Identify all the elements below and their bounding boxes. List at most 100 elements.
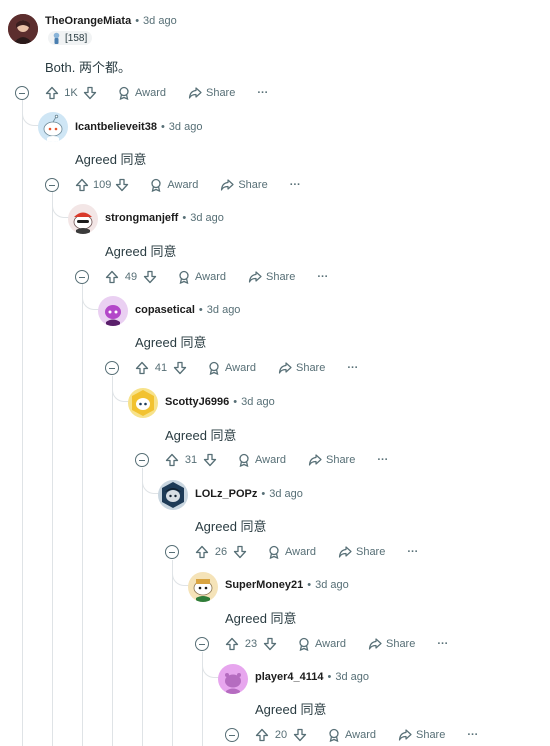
- share-button[interactable]: Share: [338, 545, 385, 559]
- award-icon: [329, 728, 339, 742]
- thread-line-0[interactable]: [22, 100, 23, 746]
- timestamp[interactable]: 3d ago: [241, 396, 275, 408]
- share-button[interactable]: Share: [188, 86, 235, 100]
- downvote-icon[interactable]: [143, 270, 157, 284]
- collapse-button[interactable]: [165, 545, 179, 559]
- share-button[interactable]: Share: [220, 178, 268, 192]
- timestamp[interactable]: 3d ago: [169, 121, 203, 133]
- upvote-icon[interactable]: [45, 86, 59, 100]
- share-button[interactable]: Share: [308, 453, 355, 467]
- more-options-icon[interactable]: ···: [317, 271, 328, 283]
- award-button[interactable]: Award: [149, 178, 198, 192]
- upvote-icon[interactable]: [105, 270, 119, 284]
- collapse-button[interactable]: [225, 728, 239, 742]
- share-label: Share: [385, 638, 416, 650]
- vote-group: 41: [135, 361, 187, 375]
- timestamp[interactable]: 3d ago: [207, 304, 241, 316]
- username[interactable]: LOLz_POPz: [195, 488, 257, 500]
- comment-meta: player4_4114 • 3d ago: [255, 671, 369, 683]
- avatar[interactable]: [68, 204, 98, 234]
- downvote-icon[interactable]: [263, 637, 277, 651]
- comment-text: Agreed 同意: [135, 335, 207, 350]
- share-icon: [221, 179, 234, 191]
- more-options-icon[interactable]: ···: [377, 454, 388, 466]
- comment-actions: 31 Award Share ···: [135, 450, 388, 470]
- award-label: Award: [315, 638, 346, 650]
- upvote-icon[interactable]: [195, 545, 209, 559]
- thread-line-1[interactable]: [52, 192, 53, 746]
- username[interactable]: SuperMoney21: [225, 579, 303, 591]
- timestamp[interactable]: 3d ago: [143, 15, 177, 27]
- award-icon: [179, 270, 189, 284]
- award-button[interactable]: Award: [177, 270, 226, 284]
- comment-meta: copasetical • 3d ago: [135, 304, 240, 316]
- comment-text: Agreed 同意: [165, 428, 237, 443]
- more-options-icon[interactable]: ···: [290, 179, 301, 191]
- avatar[interactable]: [98, 296, 128, 326]
- upvote-icon[interactable]: [225, 637, 239, 651]
- downvote-icon[interactable]: [293, 728, 307, 742]
- snoo-avatar-icon: [162, 482, 184, 508]
- thread-line-3[interactable]: [112, 376, 113, 746]
- award-button[interactable]: Award: [267, 545, 316, 559]
- award-icon: [151, 178, 162, 192]
- separator-dot: •: [307, 579, 312, 591]
- avatar[interactable]: [38, 112, 68, 142]
- more-options-icon[interactable]: ···: [467, 729, 478, 741]
- separator-dot: •: [261, 488, 266, 500]
- award-button[interactable]: Award: [237, 453, 286, 467]
- separator-dot: •: [160, 121, 165, 133]
- award-button[interactable]: Award: [297, 637, 346, 651]
- award-button[interactable]: Award: [327, 728, 376, 742]
- thread-line-4[interactable]: [142, 468, 143, 746]
- award-button[interactable]: Award: [117, 86, 166, 100]
- upvote-icon[interactable]: [135, 361, 149, 375]
- collapse-button[interactable]: [75, 270, 89, 284]
- comment-text: Agreed 同意: [225, 611, 297, 626]
- thread-line-5[interactable]: [172, 560, 173, 746]
- upvote-icon[interactable]: [165, 453, 179, 467]
- downvote-icon[interactable]: [203, 453, 217, 467]
- timestamp[interactable]: 3d ago: [315, 579, 349, 591]
- downvote-icon[interactable]: [83, 86, 97, 100]
- upvote-icon[interactable]: [75, 178, 89, 192]
- more-options-icon[interactable]: ···: [407, 546, 418, 558]
- award-icon: [209, 361, 219, 375]
- award-button[interactable]: Award: [207, 361, 256, 375]
- username[interactable]: player4_4114: [255, 671, 324, 683]
- more-options-icon[interactable]: ···: [437, 638, 448, 650]
- collapse-button[interactable]: [105, 361, 119, 375]
- avatar[interactable]: [8, 14, 38, 44]
- username[interactable]: strongmanjeff: [105, 212, 178, 224]
- collapse-button[interactable]: [135, 453, 149, 467]
- avatar[interactable]: [158, 480, 188, 510]
- comment-text: Agreed 同意: [255, 702, 327, 717]
- username[interactable]: Icantbelieveit38: [75, 121, 157, 133]
- downvote-icon[interactable]: [233, 545, 247, 559]
- upvote-icon[interactable]: [255, 728, 269, 742]
- timestamp[interactable]: 3d ago: [335, 671, 369, 683]
- share-button[interactable]: Share: [398, 728, 445, 742]
- username[interactable]: copasetical: [135, 304, 195, 316]
- award-icon: [269, 545, 279, 559]
- share-button[interactable]: Share: [248, 270, 295, 284]
- share-button[interactable]: Share: [368, 637, 415, 651]
- username[interactable]: ScottyJ6996: [165, 396, 229, 408]
- collapse-button[interactable]: [15, 86, 29, 100]
- collapse-button[interactable]: [45, 178, 59, 192]
- collapse-button[interactable]: [195, 637, 209, 651]
- share-icon: [308, 454, 322, 466]
- award-label: Award: [345, 729, 376, 741]
- share-button[interactable]: Share: [278, 361, 325, 375]
- avatar[interactable]: [128, 388, 158, 418]
- more-options-icon[interactable]: ···: [257, 87, 268, 99]
- avatar[interactable]: [188, 572, 218, 602]
- timestamp[interactable]: 3d ago: [269, 488, 303, 500]
- more-options-icon[interactable]: ···: [347, 362, 358, 374]
- timestamp[interactable]: 3d ago: [190, 212, 224, 224]
- avatar[interactable]: [218, 664, 248, 694]
- downvote-icon[interactable]: [173, 361, 187, 375]
- username[interactable]: TheOrangeMiata: [45, 15, 131, 27]
- thread-line-2[interactable]: [82, 284, 83, 746]
- downvote-icon[interactable]: [115, 178, 129, 192]
